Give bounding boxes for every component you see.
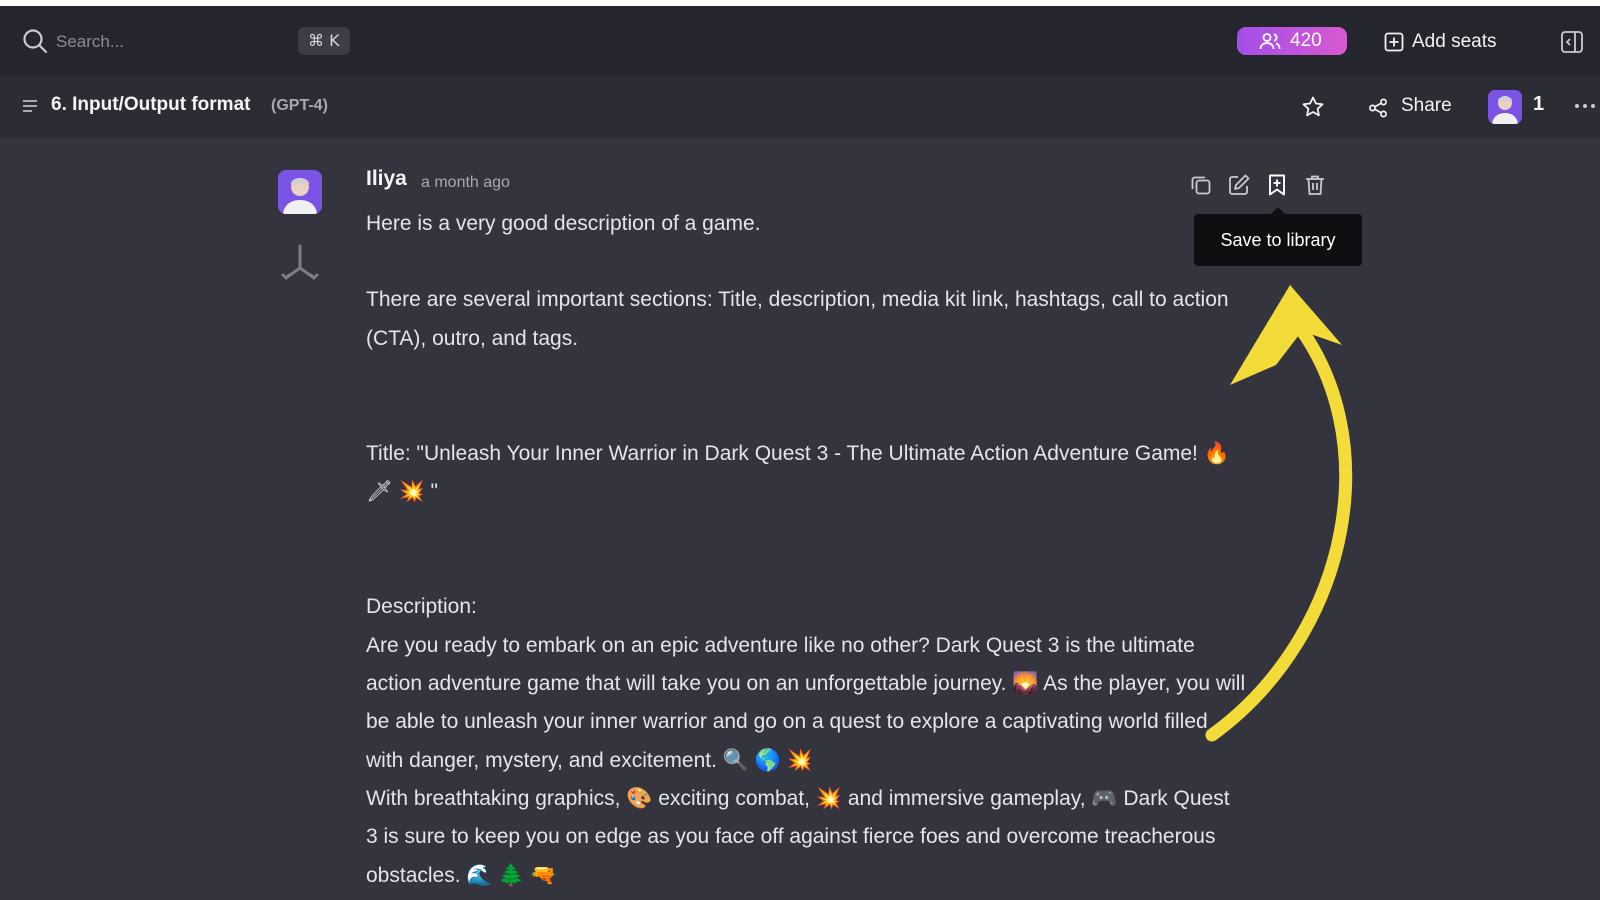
model-label: (GPT-4) xyxy=(271,97,328,114)
branch-icon[interactable] xyxy=(281,244,319,282)
search-shortcut-badge: ⌘ K xyxy=(298,27,350,55)
seats-badge[interactable]: 420 xyxy=(1237,27,1347,55)
sidebar-toggle-icon[interactable] xyxy=(1560,30,1584,54)
message-paragraph: Here is a very good description of a gam… xyxy=(366,212,761,235)
author-avatar xyxy=(278,170,322,214)
users-icon xyxy=(1259,33,1281,50)
add-seats-label: Add seats xyxy=(1412,31,1497,52)
plus-square-icon xyxy=(1384,32,1404,52)
conversation-title[interactable]: 6. Input/Output format xyxy=(51,94,250,116)
message-body: Here is a very good description of a gam… xyxy=(366,205,1246,895)
message-timestamp: a month ago xyxy=(421,174,510,191)
edit-icon[interactable] xyxy=(1227,173,1251,197)
message-paragraph: There are several important sections: Ti… xyxy=(366,288,1229,350)
copy-icon[interactable] xyxy=(1189,173,1213,197)
search-input[interactable] xyxy=(56,29,276,55)
message-author: Iliya xyxy=(366,167,407,190)
share-label: Share xyxy=(1401,95,1452,116)
trash-icon[interactable] xyxy=(1303,173,1327,197)
star-icon[interactable] xyxy=(1301,95,1325,119)
member-avatar[interactable] xyxy=(1488,90,1522,124)
message-paragraph: Title: "Unleash Your Inner Warrior in Da… xyxy=(366,441,1230,504)
top-bar: ⌘ K 420 Add seats xyxy=(0,6,1600,76)
share-icon xyxy=(1369,98,1387,118)
search-icon[interactable] xyxy=(22,28,48,54)
member-count: 1 xyxy=(1533,93,1545,115)
seats-count: 420 xyxy=(1290,30,1322,51)
message-paragraph: With breathtaking graphics, 🎨 exciting c… xyxy=(366,786,1230,887)
menu-icon[interactable] xyxy=(22,99,38,113)
message-paragraph: Description: xyxy=(366,595,477,619)
message-paragraph: Are you ready to embark on an epic adven… xyxy=(366,633,1246,772)
conversation-header: 6. Input/Output format (GPT-4) Share 1 xyxy=(0,76,1600,138)
bookmark-plus-icon[interactable] xyxy=(1265,173,1289,197)
more-icon[interactable] xyxy=(1574,103,1596,109)
